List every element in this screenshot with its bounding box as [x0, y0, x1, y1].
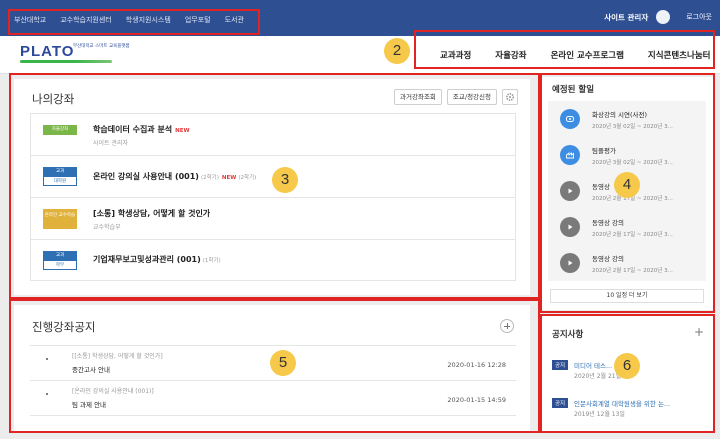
- logout-link[interactable]: 로그아웃: [686, 12, 712, 22]
- annotation-box-2: [414, 30, 715, 69]
- annotation-number-2: 2: [384, 38, 410, 64]
- annotation-box-1: [8, 9, 260, 35]
- logo-subtitle: 부산대학교 스마트 교육플랫폼: [73, 44, 130, 49]
- avatar[interactable]: [656, 10, 671, 24]
- annotation-number-5: 5: [270, 350, 296, 376]
- user-area: 사이트 관리자 로그아웃: [604, 10, 712, 24]
- plato-logo[interactable]: PLATO 부산대학교 스마트 교육플랫폼: [20, 41, 130, 63]
- logo-text: PLATO: [20, 43, 75, 60]
- annotation-number-3: 3: [272, 167, 298, 193]
- logo-underline: [20, 60, 112, 63]
- annotation-number-4: 4: [614, 172, 640, 198]
- user-name[interactable]: 사이트 관리자: [604, 12, 648, 23]
- page: 부산대학교 교수학습지원센터 학생지원시스템 업무포털 도서관 사이트 관리자 …: [0, 0, 720, 439]
- annotation-number-6: 6: [614, 353, 640, 379]
